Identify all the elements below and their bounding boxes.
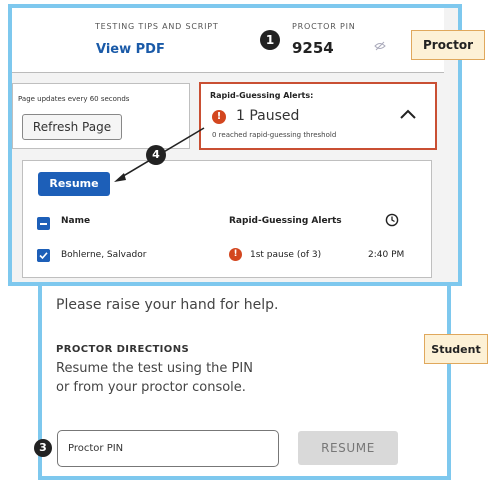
- column-header-alerts[interactable]: Rapid-Guessing Alerts: [229, 216, 342, 226]
- proctor-callout-label: Proctor: [411, 30, 485, 60]
- step-badge-3: 3: [34, 439, 52, 457]
- step-badge-4: 4: [146, 145, 166, 165]
- clock-icon: [385, 213, 399, 227]
- table-row-alert: 1st pause (of 3): [250, 250, 322, 260]
- proctor-resume-button[interactable]: Resume: [38, 172, 110, 196]
- threshold-note: 0 reached rapid-guessing threshold: [212, 131, 337, 139]
- proctor-directions-line-2: or from your proctor console.: [56, 380, 246, 395]
- proctor-pin-input[interactable]: Proctor PIN: [57, 430, 279, 467]
- help-message: Please raise your hand for help.: [56, 297, 279, 313]
- refresh-page-button[interactable]: Refresh Page: [22, 114, 122, 140]
- proctor-pin-title: PROCTOR PIN: [292, 22, 356, 31]
- student-resume-button[interactable]: RESUME: [298, 431, 398, 465]
- alerts-title: Rapid-Guessing Alerts:: [210, 91, 314, 100]
- row-alert-icon: !: [229, 248, 242, 261]
- student-callout-label: Student: [424, 334, 488, 364]
- table-row-student-name: Bohlerne, Salvador: [61, 250, 147, 260]
- refresh-note: Page updates every 60 seconds: [18, 95, 130, 103]
- eye-off-icon[interactable]: [374, 40, 386, 52]
- proctor-pin-value: 9254: [292, 39, 334, 57]
- header-divider: [12, 72, 444, 73]
- alert-icon: !: [212, 110, 226, 124]
- minus-checkbox-icon[interactable]: [37, 217, 50, 230]
- paused-count: 1 Paused: [236, 108, 300, 124]
- step-badge-1: 1: [260, 30, 280, 50]
- proctor-directions-line-1: Resume the test using the PIN: [56, 361, 253, 376]
- checkbox-icon[interactable]: [37, 249, 50, 262]
- column-header-name[interactable]: Name: [61, 216, 90, 226]
- proctor-directions-title: PROCTOR DIRECTIONS: [56, 344, 190, 355]
- testing-tips-title: TESTING TIPS AND SCRIPT: [95, 22, 219, 31]
- table-row-time: 2:40 PM: [368, 250, 405, 260]
- view-pdf-link[interactable]: View PDF: [96, 42, 165, 57]
- chevron-up-icon[interactable]: [399, 108, 417, 120]
